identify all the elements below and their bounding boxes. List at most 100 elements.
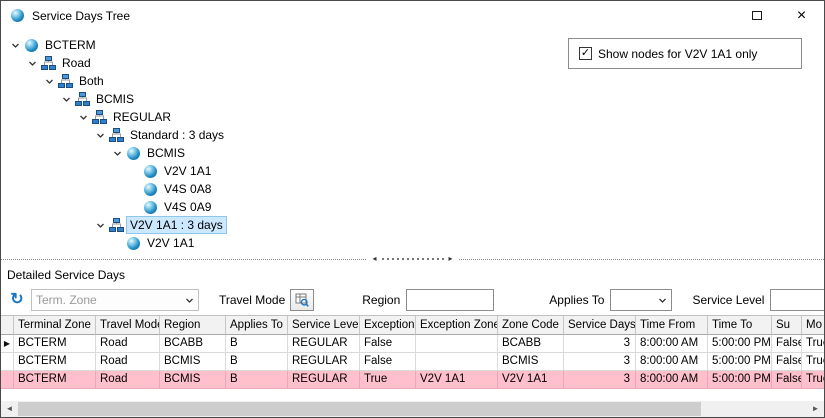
grid-cell: 8:00:00 AM: [636, 371, 708, 389]
collapse-right-icon: ▸: [449, 255, 453, 263]
tree-node-regular[interactable]: REGULAR: [1, 108, 824, 126]
grid-cell: False: [772, 371, 802, 389]
scrollbar-thumb[interactable]: [18, 402, 701, 416]
column-header-zone-code[interactable]: Zone Code: [498, 316, 564, 335]
chevron-expanded-icon[interactable]: [75, 113, 91, 122]
splitter-handle[interactable]: ◂ ▸: [367, 255, 457, 264]
chevron-expanded-icon[interactable]: [58, 95, 74, 104]
grid-cell: True: [802, 353, 824, 371]
grid-body: ▶BCTERMRoadBCABBBREGULARFalseBCABB38:00:…: [1, 335, 824, 389]
tree-node-v2v-1a1-3-days[interactable]: V2V 1A1 : 3 days: [1, 216, 824, 234]
term-zone-combo[interactable]: Term. Zone: [31, 289, 199, 311]
chevron-expanded-icon[interactable]: [92, 131, 108, 140]
column-header-time-to[interactable]: Time To: [708, 316, 772, 335]
grid-row[interactable]: ▶BCTERMRoadBCABBBREGULARFalseBCABB38:00:…: [1, 335, 824, 353]
travel-mode-lookup-button[interactable]: [290, 289, 314, 311]
tree-node-label: V2V 1A1 : 3 days: [127, 217, 226, 233]
tree-node-v4s-0a9[interactable]: V4S 0A9: [1, 198, 824, 216]
maximize-button[interactable]: [734, 1, 779, 30]
chevron-expanded-icon[interactable]: [24, 59, 40, 68]
column-header-service-days[interactable]: Service Days: [564, 316, 636, 335]
globe-icon: [142, 165, 158, 178]
tree-node-label: V2V 1A1: [144, 235, 197, 251]
grid-cell: 8:00:00 AM: [636, 353, 708, 371]
scroll-right-icon[interactable]: ►: [807, 401, 824, 417]
grid-cell: BCTERM: [14, 353, 96, 371]
column-header-exception[interactable]: Exception: [360, 316, 416, 335]
show-nodes-checkbox[interactable]: ✓: [579, 47, 592, 60]
region-input[interactable]: [406, 289, 494, 311]
column-header-time-from[interactable]: Time From: [636, 316, 708, 335]
grid-cell: REGULAR: [288, 371, 360, 389]
grid-cell: False: [772, 353, 802, 371]
tree-pane: BCTERMRoadBothBCMISREGULARStandard : 3 d…: [1, 30, 824, 254]
column-header-terminal-zone[interactable]: Terminal Zone: [14, 316, 96, 335]
filter-toolbar: ↻ Term. Zone Travel Mode Region Applies …: [1, 285, 824, 315]
horizontal-scrollbar[interactable]: ◄ ►: [1, 401, 824, 417]
column-header-travel-mode[interactable]: Travel Mode: [96, 316, 160, 335]
column-header-su[interactable]: Su: [772, 316, 802, 335]
grid-cell: True: [802, 335, 824, 353]
chevron-expanded-icon[interactable]: [7, 41, 23, 50]
row-indicator: [1, 353, 14, 371]
chevron-expanded-icon[interactable]: [41, 77, 57, 86]
grid-cell: Road: [96, 353, 160, 371]
service-days-grid: Terminal ZoneTravel ModeRegionApplies To…: [1, 315, 824, 389]
chevron-expanded-icon[interactable]: [109, 149, 125, 158]
grid-cell: True: [360, 371, 416, 389]
refresh-icon: ↻: [10, 291, 23, 308]
region-label: Region: [362, 293, 400, 307]
tree-node-label: Both: [76, 73, 107, 89]
column-header-service-level[interactable]: Service Level: [288, 316, 360, 335]
tree-node-v4s-0a8[interactable]: V4S 0A8: [1, 180, 824, 198]
column-header-exception-zone[interactable]: Exception Zone: [416, 316, 498, 335]
grid-empty-area: [1, 389, 824, 401]
grid-cell: 3: [564, 371, 636, 389]
tree-node-bcmis[interactable]: BCMIS: [1, 144, 824, 162]
grid-cell: 3: [564, 353, 636, 371]
tree-node-standard-3-days[interactable]: Standard : 3 days: [1, 126, 824, 144]
app-icon: [9, 8, 25, 24]
titlebar: Service Days Tree ×: [1, 1, 824, 30]
globe-icon: [142, 201, 158, 214]
close-button[interactable]: ×: [779, 1, 824, 30]
grid-cell: BCABB: [498, 335, 564, 353]
current-row-indicator-icon: ▶: [1, 335, 14, 353]
network-icon: [108, 218, 124, 232]
tree-node-label: V4S 0A8: [161, 181, 214, 197]
grid-cell: BCMIS: [498, 353, 564, 371]
service-level-label: Service Level: [692, 293, 764, 307]
grid-cell: Road: [96, 335, 160, 353]
lookup-icon: [295, 293, 309, 307]
tree-node-v2v-1a1[interactable]: V2V 1A1: [1, 162, 824, 180]
column-header-region[interactable]: Region: [160, 316, 226, 335]
grid-cell: [416, 335, 498, 353]
tree-node-label: BCTERM: [42, 37, 99, 53]
network-icon: [91, 110, 107, 124]
scroll-left-icon[interactable]: ◄: [1, 401, 18, 417]
column-header-mo[interactable]: Mo: [802, 316, 824, 335]
grid-row[interactable]: BCTERMRoadBCMISBREGULARFalseBCMIS38:00:0…: [1, 353, 824, 371]
grid-row-exception[interactable]: BCTERMRoadBCMISBREGULARTrueV2V 1A1V2V 1A…: [1, 371, 824, 389]
dropdown-arrow-icon: [654, 296, 671, 305]
checkmark-icon: ✓: [581, 48, 590, 59]
chevron-expanded-icon[interactable]: [92, 221, 108, 230]
tree-node-both[interactable]: Both: [1, 72, 824, 90]
refresh-button[interactable]: ↻: [6, 289, 28, 311]
service-level-input[interactable]: [770, 289, 824, 311]
dropdown-arrow-icon: [181, 296, 198, 305]
globe-icon: [11, 9, 24, 22]
splitter[interactable]: ◂ ▸: [1, 254, 824, 264]
tree-node-label: V2V 1A1: [161, 163, 214, 179]
tree-node-label: BCMIS: [93, 91, 137, 107]
tree-node-bcmis[interactable]: BCMIS: [1, 90, 824, 108]
column-header-applies-to[interactable]: Applies To: [226, 316, 288, 335]
applies-to-combo[interactable]: [610, 289, 672, 311]
tree-node-v2v-1a1[interactable]: V2V 1A1: [1, 234, 824, 252]
globe-icon: [125, 237, 141, 250]
grid-cell: V2V 1A1: [498, 371, 564, 389]
grid-cell: Road: [96, 371, 160, 389]
grid-cell: REGULAR: [288, 353, 360, 371]
grid-cell: 5:00:00 PM: [708, 335, 772, 353]
tree-node-label: REGULAR: [110, 109, 174, 125]
